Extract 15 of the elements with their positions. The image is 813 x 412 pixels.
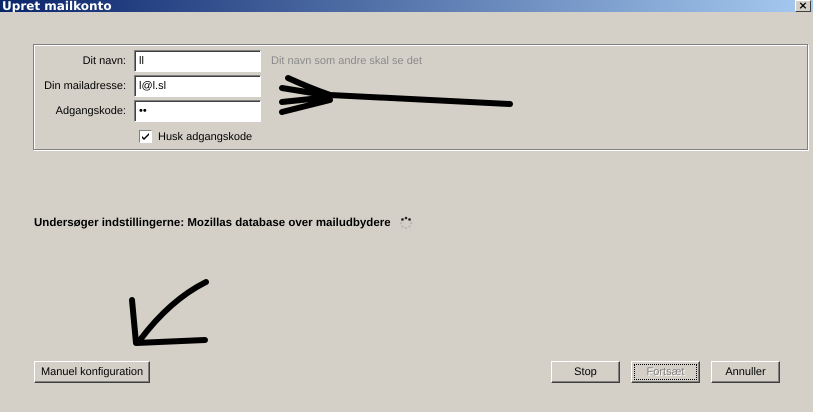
input-field[interactable]: l@l.sl <box>134 75 261 97</box>
field-hint: Dit navn som andre skal se det <box>271 55 424 67</box>
input-field[interactable]: ll <box>134 50 261 72</box>
field-label: Adgangskode: <box>56 105 126 117</box>
dialog-button[interactable]: Stop <box>551 361 620 383</box>
close-button[interactable]: × <box>795 0 811 12</box>
field-label: Din mailadresse: <box>44 80 126 92</box>
status-text: Undersøger indstillingerne: Mozillas database over mailudbydere <box>34 217 391 229</box>
manual-config-button[interactable]: Manuel konfiguration <box>34 361 150 383</box>
checkbox[interactable] <box>139 130 152 143</box>
field-label: Dit navn: <box>82 55 126 67</box>
dialog-button[interactable]: Annuller <box>711 361 780 383</box>
checkbox-label[interactable]: Husk adgangskode <box>158 130 252 142</box>
check-icon <box>141 132 150 141</box>
input-field[interactable]: •• <box>134 100 261 122</box>
